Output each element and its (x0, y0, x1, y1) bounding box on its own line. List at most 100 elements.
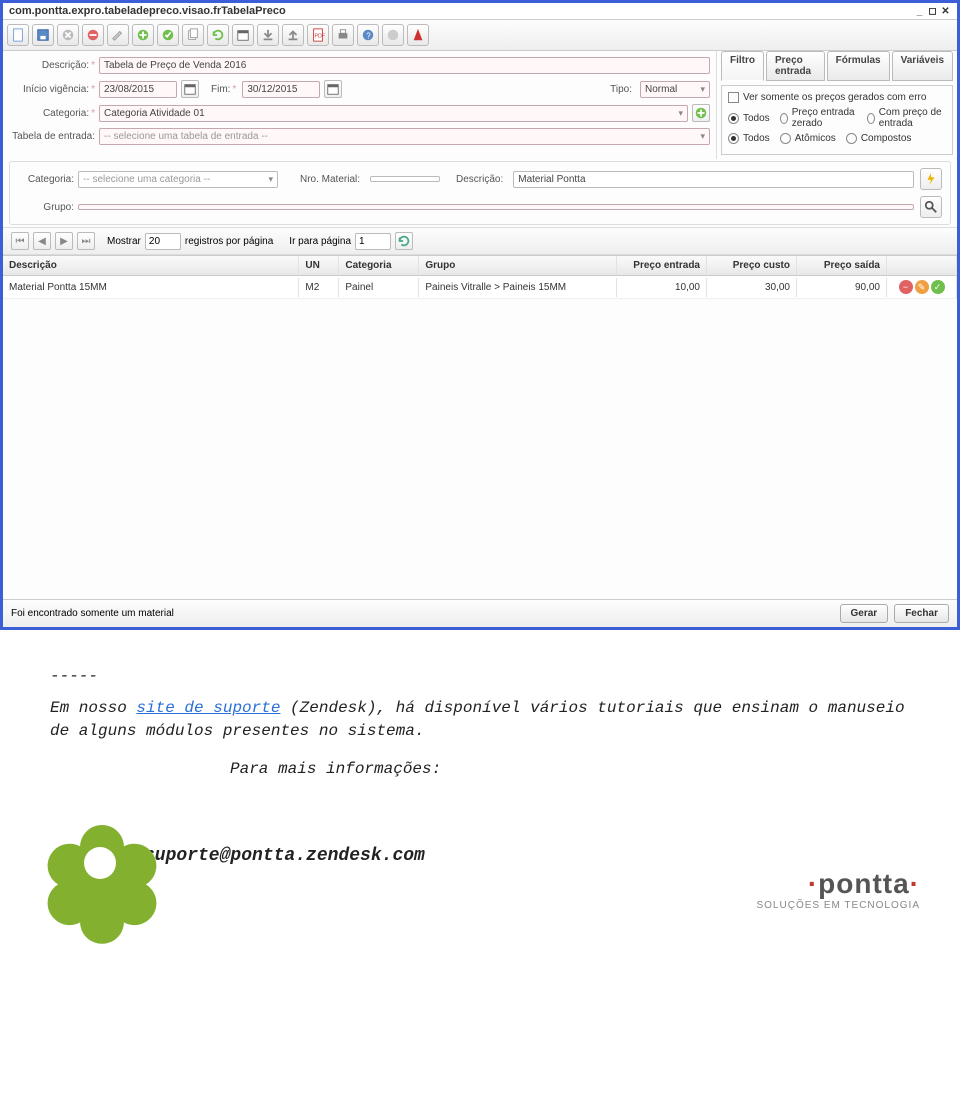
cell-categoria: Painel (339, 278, 419, 297)
toolbar-save-icon[interactable] (32, 24, 54, 46)
cell-preco-entrada: 10,00 (617, 278, 707, 297)
search-nro-input[interactable] (370, 176, 440, 182)
tipo-label: Tipo: (610, 84, 636, 95)
pager-mostrar-input[interactable] (145, 233, 181, 250)
cell-preco-custo: 30,00 (707, 278, 797, 297)
toolbar-edit-icon[interactable] (107, 24, 129, 46)
pager: ⏮ ◀ ▶ ⏭ Mostrar registros por página Ir … (3, 227, 957, 255)
fim-label: Fim:* (203, 84, 238, 95)
tab-formulas[interactable]: Fórmulas (827, 51, 890, 81)
window-titlebar: com.pontta.expro.tabeladepreco.visao.frT… (3, 3, 957, 20)
descricao-label: Descrição:* (9, 60, 99, 71)
window-maximize-icon[interactable]: ◻ (927, 6, 938, 17)
row2-radio-todos[interactable] (728, 133, 739, 144)
window-close-icon[interactable]: ✕ (940, 6, 951, 17)
pager-last-icon[interactable]: ⏭ (77, 232, 95, 250)
err-checkbox[interactable] (728, 92, 739, 103)
fim-input[interactable]: 30/12/2015 (242, 81, 320, 98)
pager-irpara-input[interactable] (355, 233, 391, 250)
col-descricao[interactable]: Descrição (3, 256, 299, 275)
cell-un: M2 (299, 278, 339, 297)
search-categoria-select[interactable]: -- selecione uma categoria --▾ (78, 171, 278, 188)
row-delete-icon[interactable]: − (899, 280, 913, 294)
tab-preco-entrada[interactable]: Preço entrada (766, 51, 825, 81)
col-preco-entrada[interactable]: Preço entrada (617, 256, 707, 275)
toolbar-calendar-icon[interactable] (232, 24, 254, 46)
toolbar-refresh-icon[interactable] (207, 24, 229, 46)
toolbar-export-icon[interactable] (282, 24, 304, 46)
row1-radio-zerado[interactable] (780, 113, 788, 124)
toolbar-delete-icon[interactable] (82, 24, 104, 46)
search-bolt-icon[interactable] (920, 168, 942, 190)
err-label: Ver somente os preços gerados com erro (743, 92, 926, 103)
article-block: ----- Em nosso site de suporte (Zendesk)… (0, 640, 960, 801)
toolbar-help-icon[interactable]: ? (357, 24, 379, 46)
toolbar-pdf-icon[interactable]: PDF (307, 24, 329, 46)
support-link[interactable]: site de suporte (136, 699, 280, 717)
col-preco-custo[interactable]: Preço custo (707, 256, 797, 275)
inicio-calendar-icon[interactable] (181, 80, 199, 98)
col-preco-saida[interactable]: Preço saída (797, 256, 887, 275)
svg-text:?: ? (366, 32, 371, 41)
pager-first-icon[interactable]: ⏮ (11, 232, 29, 250)
pager-next-icon[interactable]: ▶ (55, 232, 73, 250)
col-grupo[interactable]: Grupo (419, 256, 617, 275)
search-grupo-input[interactable] (78, 204, 914, 210)
row2-radio-atomicos[interactable] (780, 133, 791, 144)
search-categoria-label: Categoria: (18, 174, 78, 185)
descricao-input[interactable]: Tabela de Preço de Venda 2016 (99, 57, 710, 74)
categoria-select[interactable]: Categoria Atividade 01▾ (99, 105, 688, 122)
toolbar-ok-icon[interactable] (157, 24, 179, 46)
toolbar-extra2-icon[interactable] (407, 24, 429, 46)
search-descricao-input[interactable]: Material Pontta (513, 171, 914, 188)
row-edit-icon[interactable]: ✎ (915, 280, 929, 294)
inicio-input[interactable]: 23/08/2015 (99, 81, 177, 98)
row1-radio-compreco[interactable] (867, 113, 875, 124)
table-row[interactable]: Material Pontta 15MM M2 Painel Paineis V… (3, 276, 957, 299)
toolbar-new-icon[interactable] (7, 24, 29, 46)
search-find-icon[interactable] (920, 196, 942, 218)
search-descricao-label: Descrição: (456, 174, 507, 185)
tabela-select[interactable]: -- selecione uma tabela de entrada --▾ (99, 128, 710, 145)
pager-prev-icon[interactable]: ◀ (33, 232, 51, 250)
window-title: com.pontta.expro.tabeladepreco.visao.frT… (9, 5, 286, 17)
tab-variaveis[interactable]: Variáveis (892, 51, 953, 81)
tipo-select[interactable]: Normal▾ (640, 81, 710, 98)
toolbar-copy-icon[interactable] (182, 24, 204, 46)
search-nro-label: Nro. Material: (300, 174, 364, 185)
toolbar-add-icon[interactable] (132, 24, 154, 46)
separator: ----- (50, 665, 910, 687)
tabela-label: Tabela de entrada: (9, 131, 99, 142)
brand-subtitle: SOLUÇÕES EM TECNOLOGIA (756, 900, 920, 911)
col-actions (887, 256, 957, 275)
categoria-label: Categoria:* (9, 108, 99, 119)
more-info-label: Para mais informações: (230, 758, 910, 780)
pager-refresh-icon[interactable] (395, 232, 413, 250)
support-email: suporte@pontta.zendesk.com (144, 846, 425, 866)
footer-bar: Foi encontrado somente um material Gerar… (3, 599, 957, 627)
col-un[interactable]: UN (299, 256, 339, 275)
gerar-button[interactable]: Gerar (840, 604, 889, 623)
grid-header: Descrição UN Categoria Grupo Preço entra… (3, 255, 957, 276)
grid-empty-area (3, 299, 957, 599)
row1-radio-todos[interactable] (728, 113, 739, 124)
toolbar-import-icon[interactable] (257, 24, 279, 46)
window-minimize-icon[interactable]: _ (914, 6, 925, 17)
tab-filtro[interactable]: Filtro (721, 51, 764, 81)
pager-irpara-label: Ir para página (289, 236, 351, 247)
row2-radio-compostos[interactable] (846, 133, 857, 144)
right-tabstrip: Filtro Preço entrada Fórmulas Variáveis (721, 51, 953, 81)
main-toolbar: PDF ? (3, 20, 957, 51)
toolbar-print-icon[interactable] (332, 24, 354, 46)
categoria-add-icon[interactable] (692, 104, 710, 122)
row-confirm-icon[interactable]: ✓ (931, 280, 945, 294)
svg-text:PDF: PDF (315, 34, 326, 40)
fechar-button[interactable]: Fechar (894, 604, 949, 623)
col-categoria[interactable]: Categoria (339, 256, 419, 275)
search-grupo-label: Grupo: (18, 202, 78, 213)
cell-preco-saida: 90,00 (797, 278, 887, 297)
toolbar-extra1-icon[interactable] (382, 24, 404, 46)
fim-calendar-icon[interactable] (324, 80, 342, 98)
pager-mostrar-label: Mostrar (107, 236, 141, 247)
toolbar-cancel-icon[interactable] (57, 24, 79, 46)
